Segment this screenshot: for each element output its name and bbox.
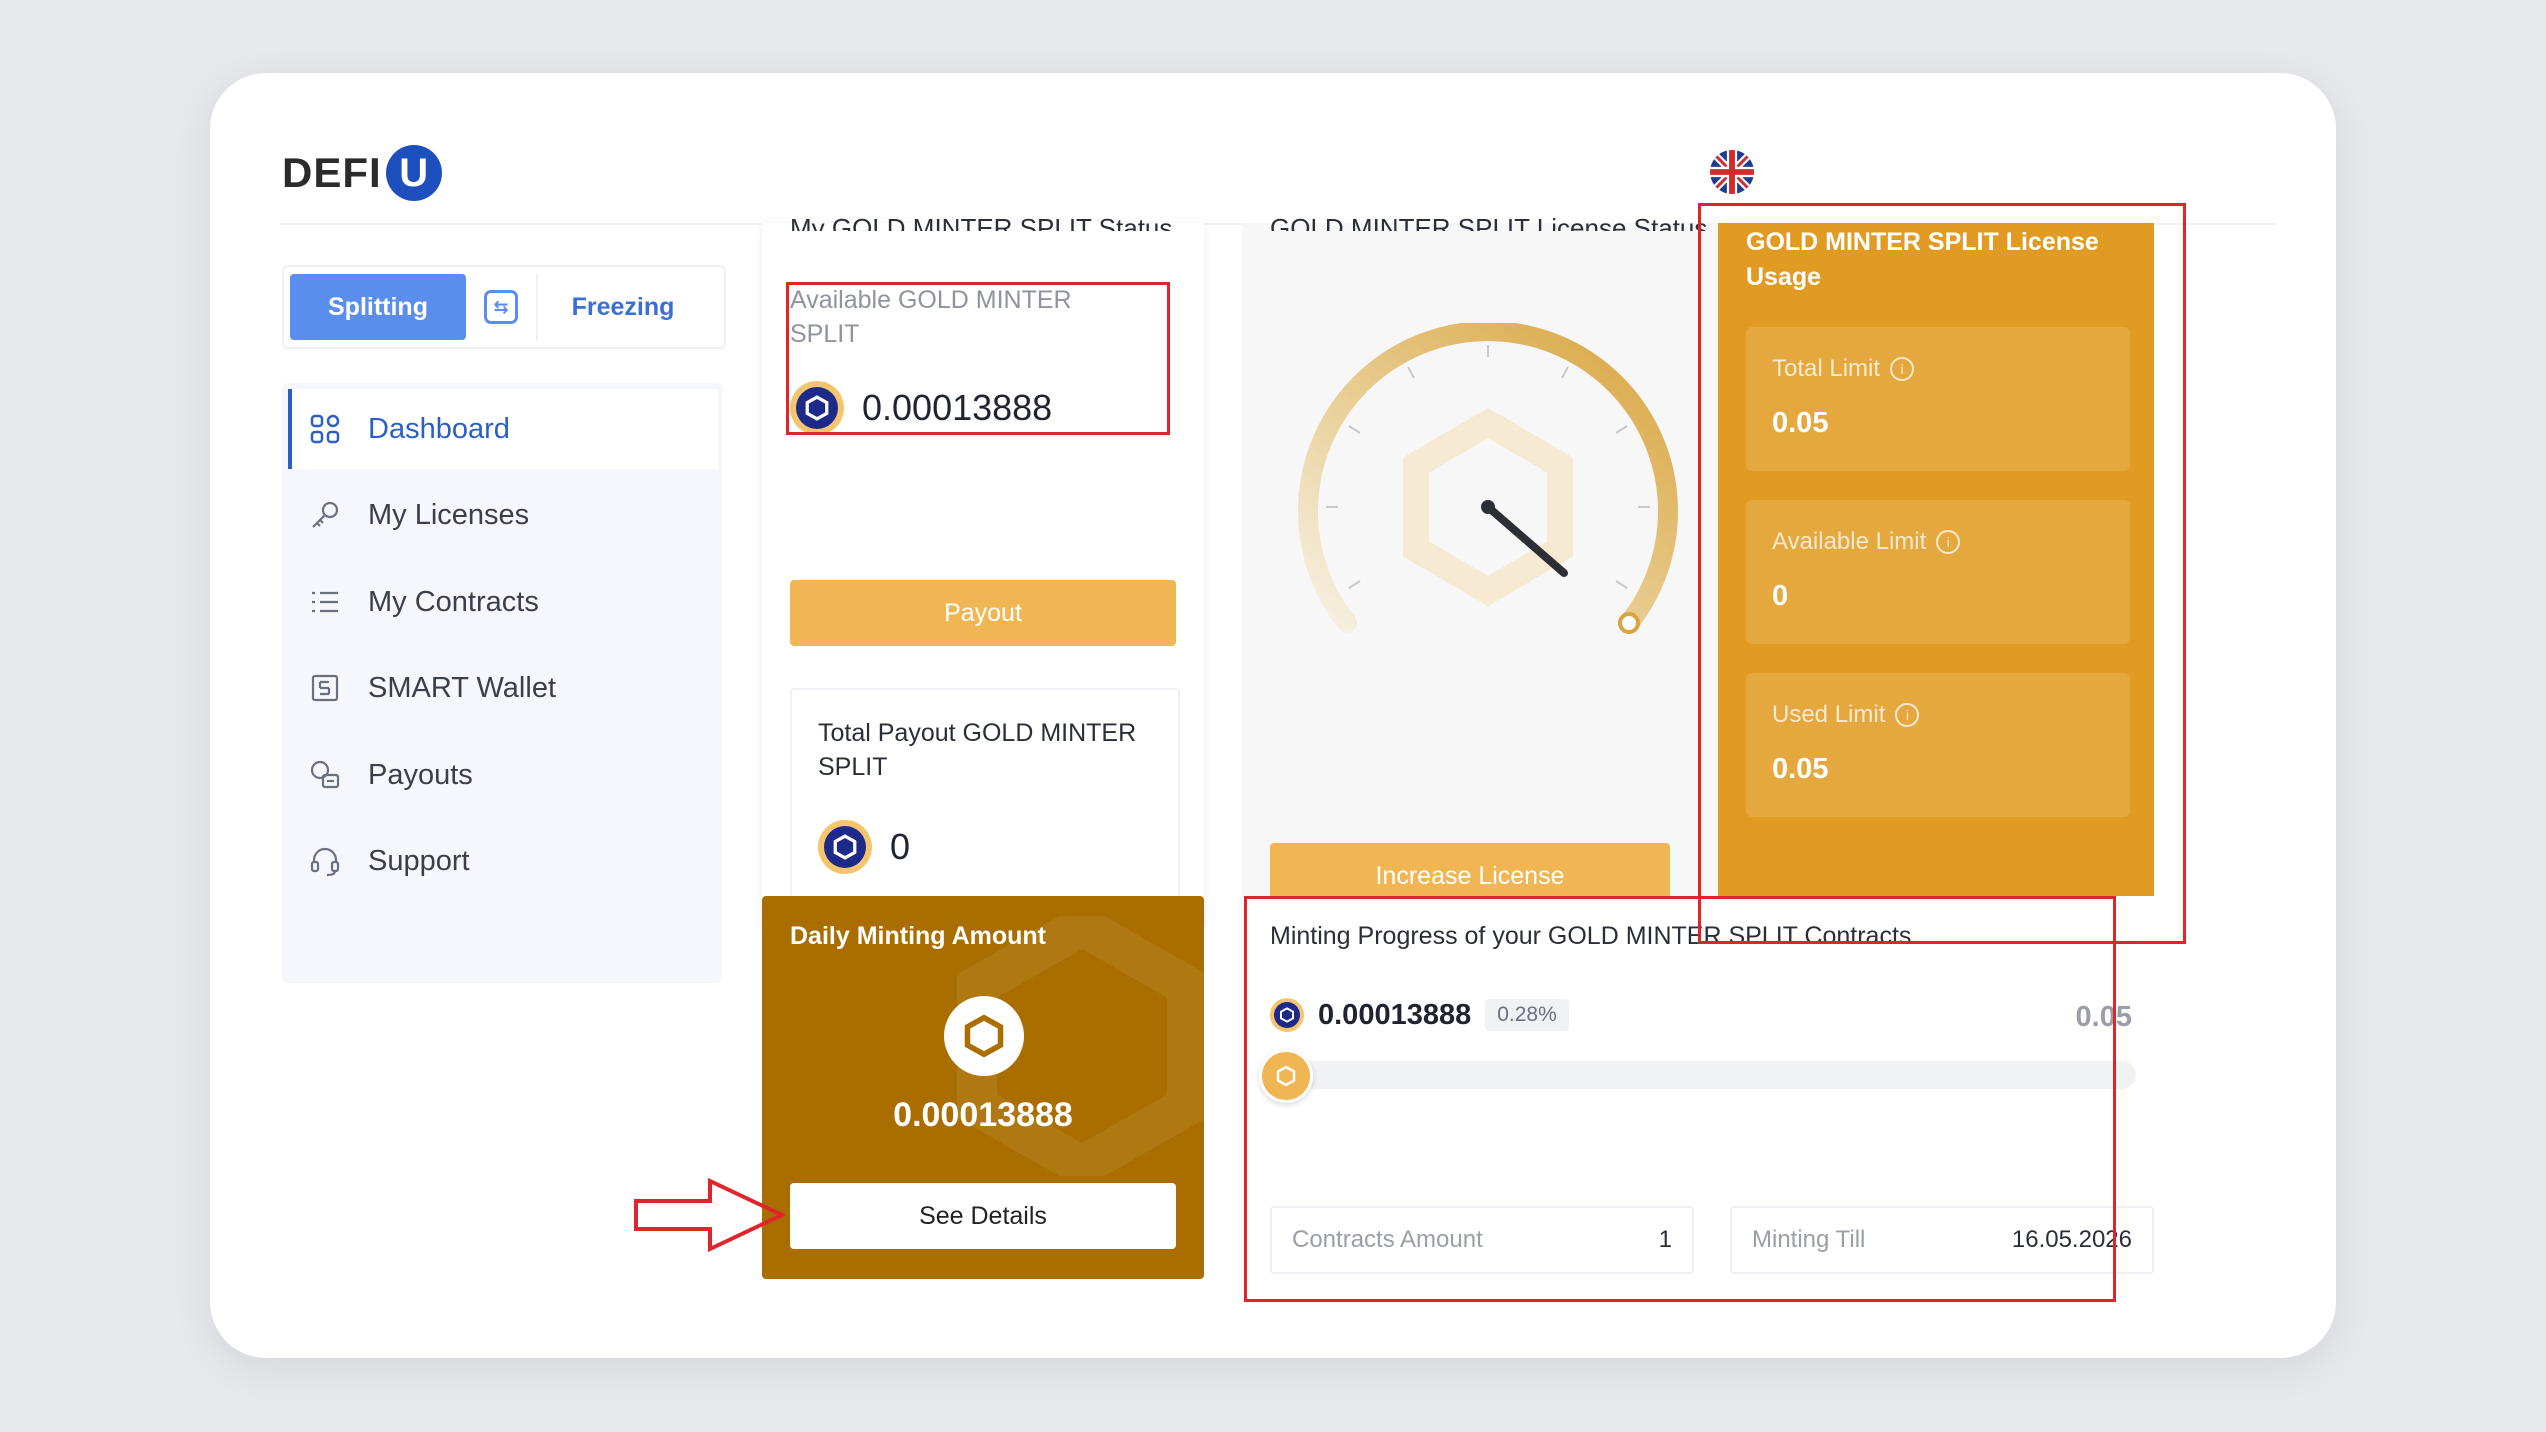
- hexagon-progress-icon: [1258, 1049, 1313, 1103]
- minting-till-value: 16.05.2026: [2011, 1226, 2132, 1253]
- swap-button[interactable]: ⇆: [466, 290, 536, 324]
- contracts-amount-box: Contracts Amount 1: [1270, 1206, 1694, 1274]
- sidebar-item-smart-wallet[interactable]: SMART Wallet: [288, 648, 714, 728]
- freezing-tab[interactable]: Freezing: [536, 274, 708, 340]
- license-card-title: GOLD MINTER SPLIT License Status: [1270, 213, 1708, 231]
- contracts-amount-value: 1: [1658, 1226, 1672, 1253]
- minting-max-value: 0.05: [2075, 1001, 2132, 1033]
- sidebar-item-support[interactable]: Support: [288, 821, 714, 901]
- total-limit-value: 0.05: [1772, 407, 1829, 439]
- total-limit-box: Total Limit i 0.05: [1746, 327, 2130, 471]
- available-value: 0.00013888: [862, 387, 1053, 428]
- daily-minting-card: Daily Minting Amount 0.00013888 See Deta…: [762, 896, 1204, 1279]
- wallet-icon: [306, 669, 344, 707]
- logo[interactable]: DEFI U: [282, 145, 442, 201]
- see-details-button[interactable]: See Details: [790, 1183, 1176, 1249]
- sidebar-item-label: Payouts: [368, 758, 473, 791]
- uk-flag-icon[interactable]: [1710, 150, 1754, 194]
- sidebar-item-label: Support: [368, 844, 470, 877]
- sidebar-item-my-licenses[interactable]: My Licenses: [288, 475, 714, 555]
- annotation-arrow-icon: [634, 1177, 787, 1253]
- mode-switch: Splitting ⇆ Freezing: [282, 265, 726, 349]
- total-payout-label: Total Payout GOLD MINTER SPLIT: [818, 719, 1137, 781]
- hexagon-coin-icon: [944, 996, 1024, 1076]
- minting-progress-title: Minting Progress of your GOLD MINTER SPL…: [1270, 922, 1912, 950]
- minting-till-box: Minting Till 16.05.2026: [1730, 1206, 2154, 1274]
- usage-card-title: GOLD MINTER SPLIT License Usage: [1746, 228, 2099, 291]
- minting-progress-bar: [1258, 1049, 2136, 1103]
- license-gauge: [1298, 323, 1678, 634]
- sidebar-item-label: SMART Wallet: [368, 671, 557, 704]
- available-limit-box: Available Limit i 0: [1746, 500, 2130, 644]
- app-window: DEFI U Splitting ⇆ Freezing Dashboard My…: [210, 73, 2336, 1358]
- available-section: Available GOLD MINTER SPLIT 0.00013888: [790, 283, 1176, 483]
- available-limit-value: 0: [1772, 580, 1789, 612]
- coin-icon: [818, 820, 872, 874]
- contracts-amount-label: Contracts Amount: [1292, 1226, 1483, 1253]
- payout-button[interactable]: Payout: [790, 580, 1176, 646]
- coin-icon: [1270, 998, 1304, 1032]
- license-usage-card: GOLD MINTER SPLIT License Usage Total Li…: [1718, 223, 2154, 916]
- info-icon[interactable]: i: [1890, 357, 1915, 381]
- sidebar-item-dashboard[interactable]: Dashboard: [288, 389, 718, 469]
- key-icon: [306, 496, 344, 534]
- daily-minting-title: Daily Minting Amount: [790, 922, 1046, 950]
- payout-icon: [306, 756, 344, 794]
- available-label: Available GOLD MINTER SPLIT: [790, 286, 1072, 348]
- daily-minting-value: 0.00013888: [893, 1096, 1073, 1134]
- swap-icon: ⇆: [484, 290, 518, 324]
- sidebar-item-payouts[interactable]: Payouts: [288, 735, 714, 815]
- logo-text: DEFI: [282, 149, 382, 196]
- available-limit-label: Available Limit: [1772, 528, 1927, 555]
- total-limit-label: Total Limit: [1772, 355, 1881, 382]
- used-limit-value: 0.05: [1772, 753, 1829, 785]
- sidebar-item-label: Dashboard: [368, 412, 510, 445]
- used-limit-box: Used Limit i 0.05: [1746, 673, 2130, 817]
- info-icon[interactable]: i: [1895, 703, 1920, 727]
- sidebar-item-label: My Licenses: [368, 498, 530, 531]
- logo-mark: U: [385, 145, 442, 201]
- headset-icon: [306, 842, 344, 880]
- status-card: My GOLD MINTER SPLIT Status Available GO…: [762, 213, 1204, 928]
- minting-progress-card: Minting Progress of your GOLD MINTER SPL…: [1242, 896, 2162, 1279]
- splitting-tab[interactable]: Splitting: [290, 274, 466, 340]
- minted-current-value: 0.00013888: [1318, 998, 1472, 1031]
- list-icon: [306, 583, 344, 621]
- progress-percent-badge: 0.28%: [1485, 999, 1569, 1031]
- total-payout-value: 0: [890, 826, 911, 867]
- sidebar-item-my-contracts[interactable]: My Contracts: [288, 562, 714, 642]
- sidebar: Dashboard My Licenses My Contracts SMART…: [282, 383, 722, 983]
- used-limit-label: Used Limit: [1772, 701, 1886, 728]
- sidebar-item-label: My Contracts: [368, 585, 539, 618]
- coin-icon: [790, 381, 844, 435]
- info-icon[interactable]: i: [1936, 530, 1961, 554]
- minting-till-label: Minting Till: [1752, 1226, 1866, 1253]
- total-payout-section: Total Payout GOLD MINTER SPLIT 0: [790, 688, 1180, 907]
- grid-icon: [306, 410, 344, 448]
- status-card-title: My GOLD MINTER SPLIT Status: [790, 213, 1173, 231]
